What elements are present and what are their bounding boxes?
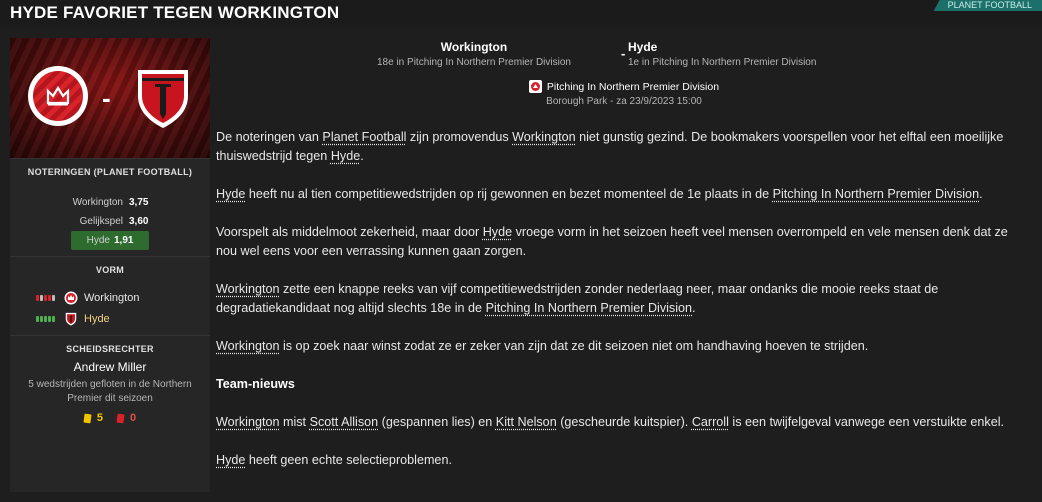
link-workington[interactable]: Workington [512,130,575,144]
match-banner: - [10,38,210,158]
article-paragraph: Workington zette een knappe reeks van vi… [216,280,1032,318]
link-player-scott-allison[interactable]: Scott Allison [310,415,379,429]
yellow-card-count: 5 [96,412,103,424]
odds-value: 3,75 [129,197,149,208]
fixture-separator: - [621,46,626,61]
odds-row-home: Workington 3,75 [10,193,210,212]
source-tag[interactable]: PLANET FOOTBALL [933,0,1042,11]
away-team-position: 1e in Pitching In Northern Premier Divis… [628,57,817,68]
referee-cards: 5 0 [10,412,210,424]
news-article: De noteringen van Planet Football zijn p… [216,128,1032,489]
odds-value: 1,91 [114,235,134,246]
top-bar: HYDE FAVORIET TEGEN WORKINGTON PLANET FO… [0,0,1042,26]
form-pips [36,294,58,301]
text: heeft geen echte selectieproblemen. [245,453,452,467]
article-paragraph: Workington mist Scott Allison (gespannen… [216,413,1032,432]
red-card-count: 0 [130,412,137,424]
form-team-name: Workington [84,291,140,304]
home-team-name: Workington [440,40,508,54]
text: mist [279,415,310,429]
article-paragraph: Workington is op zoek naar winst zodat z… [216,337,1032,356]
competition-name: Pitching In Northern Premier Division [546,80,720,93]
team-news-title: Team-nieuws [216,377,295,391]
form-title: VORM [95,265,125,275]
odds-label: Gelijkspel [79,216,123,227]
article-paragraph: De noteringen van Planet Football zijn p… [216,128,1032,166]
odds-row-draw: Gelijkspel 3,60 [10,212,210,231]
text: De noteringen van [216,130,323,144]
red-card-icon [116,413,125,423]
home-team[interactable]: Workington 18e in Pitching In Northern P… [344,40,604,68]
text: (gescheurde kuitspier). [556,415,692,429]
link-planet-football[interactable]: Planet Football [322,130,406,144]
article-paragraph: Voorspelt als middelmoot zekerheid, maar… [216,223,1032,261]
hyde-crest-icon [65,312,77,326]
text: is op zoek naar winst zodat ze er zeker … [279,339,869,353]
link-hyde[interactable]: Hyde [216,187,245,201]
odds-row-away-favourite: Hyde 1,91 [71,231,149,250]
yellow-card-icon [83,413,92,423]
link-player-carroll[interactable]: Carroll [692,415,729,429]
odds-value: 3,60 [129,216,149,227]
odds-title: NOTERINGEN (PLANET FOOTBALL) [27,167,193,177]
text: . [692,301,696,315]
link-hyde[interactable]: Hyde [331,149,360,163]
form-pips [36,315,58,322]
odds-list: Workington 3,75 Gelijkspel 3,60 Hyde 1,9… [10,193,210,250]
link-hyde[interactable]: Hyde [483,225,512,239]
hyde-crest-icon[interactable] [135,64,191,130]
referee-note: 5 wedstrijden gefloten in de Northern Pr… [28,379,192,404]
form-section: VORM Workington Hyde [10,256,210,335]
link-hyde[interactable]: Hyde [216,453,245,467]
odds-label: Hyde [86,235,110,246]
referee-name[interactable]: Andrew Miller [10,360,210,374]
vs-separator: - [102,83,111,113]
link-competition[interactable]: Pitching In Northern Premier Division [486,301,692,315]
text: is een twijfelgeval vanwege een verstuik… [728,415,1005,429]
link-workington[interactable]: Workington [216,339,279,353]
form-team-name: Hyde [84,312,110,325]
article-paragraph: Hyde heeft nu al tien competitiewedstrij… [216,185,1032,204]
link-workington[interactable]: Workington [216,415,279,429]
text: (gespannen lies) en [378,415,496,429]
fixture-header: Workington 18e in Pitching In Northern P… [216,40,1032,112]
match-sidebar: - NOTERINGEN (PLANET FOOTBALL) Workingto… [10,38,210,492]
workington-crest-icon[interactable] [28,66,88,126]
competition-icon [528,80,542,93]
workington-crest-icon [64,291,78,304]
text: . [979,187,983,201]
link-player-kitt-nelson[interactable]: Kitt Nelson [496,415,557,429]
text: Voorspelt als middelmoot zekerheid, maar… [216,225,483,239]
link-competition[interactable]: Pitching In Northern Premier Division [773,187,979,201]
text: heeft nu al tien competitiewedstrijden o… [245,187,773,201]
headline: HYDE FAVORIET TEGEN WORKINGTON [10,3,340,22]
referee-section: SCHEIDSRECHTER Andrew Miller 5 wedstrijd… [10,335,210,430]
text: zijn promovendus [406,130,513,144]
odds-label: Workington [72,197,123,208]
form-list: Workington Hyde [10,287,210,329]
link-workington[interactable]: Workington [216,282,279,296]
article-paragraph: Hyde heeft geen echte selectieproblemen. [216,451,1032,470]
form-row-hyde[interactable]: Hyde [36,308,210,329]
away-team[interactable]: Hyde 1e in Pitching In Northern Premier … [628,40,888,68]
competition-line[interactable]: Pitching In Northern Premier Division [216,80,1032,93]
venue-datetime: Borough Park - za 23/9/2023 15:00 [546,96,702,107]
text: . [360,149,364,163]
odds-section: NOTERINGEN (PLANET FOOTBALL) Workington … [10,158,210,256]
referee-title: SCHEIDSRECHTER [66,344,154,354]
home-team-position: 18e in Pitching In Northern Premier Divi… [377,57,571,68]
form-row-workington[interactable]: Workington [36,287,210,308]
away-team-name: Hyde [628,40,658,54]
